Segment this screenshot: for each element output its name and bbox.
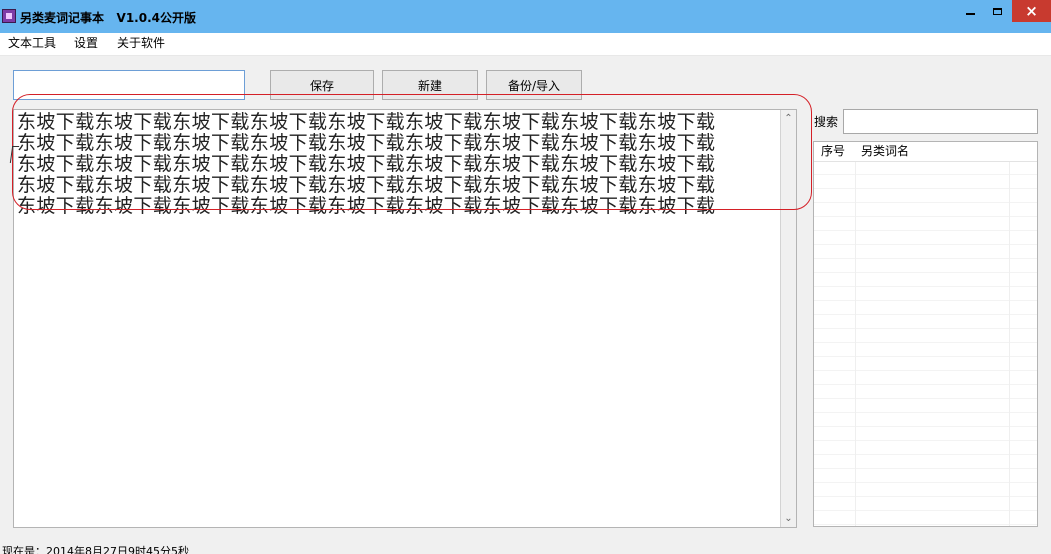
scroll-down-icon[interactable]: ⌄ — [782, 512, 795, 525]
minimize-icon — [965, 13, 975, 15]
search-label: 搜索 — [814, 115, 839, 129]
note-text-content[interactable]: 东坡下载东坡下载东坡下载东坡下载东坡下载东坡下载东坡下载东坡下载东坡下载 东坡下… — [17, 112, 782, 217]
list-row-lines — [814, 161, 1037, 526]
status-time: 现在是：2014年8月27日9时45分5秒 — [2, 545, 189, 554]
editor-scrollbar[interactable]: ⌃ ⌄ — [780, 110, 796, 527]
column-header-name[interactable]: 另类词名 — [861, 145, 909, 158]
column-divider — [855, 142, 856, 526]
minimize-button[interactable] — [963, 0, 977, 20]
close-button[interactable]: × — [1012, 0, 1051, 22]
close-icon: × — [1025, 2, 1038, 20]
search-input[interactable] — [843, 109, 1038, 134]
scroll-up-icon[interactable]: ⌃ — [782, 112, 795, 125]
menu-about-software[interactable]: 关于软件 — [117, 37, 165, 50]
save-button[interactable]: 保存 — [270, 70, 374, 100]
title-bar: 另类麦词记事本 V1.0.4公开版 × — [0, 0, 1051, 33]
new-button[interactable]: 新建 — [382, 70, 478, 100]
list-header: 序号 另类词名 — [814, 142, 1037, 162]
maximize-button[interactable] — [987, 0, 1007, 20]
note-title-input[interactable] — [13, 70, 245, 100]
app-window: 另类麦词记事本 V1.0.4公开版 × 文本工具 设置 关于软件 保存 新建 备… — [0, 0, 1051, 554]
menu-settings[interactable]: 设置 — [74, 37, 98, 50]
column-divider — [1009, 142, 1010, 526]
app-icon — [2, 9, 16, 23]
window-title: 另类麦词记事本 V1.0.4公开版 — [20, 11, 196, 25]
column-header-index[interactable]: 序号 — [821, 145, 845, 158]
menu-text-tools[interactable]: 文本工具 — [8, 37, 56, 50]
status-bar: 现在是：2014年8月27日9时45分5秒 — [0, 541, 1051, 554]
menu-bar: 文本工具 设置 关于软件 — [0, 33, 1051, 56]
backup-import-button[interactable]: 备份/导入 — [486, 70, 582, 100]
word-list-panel[interactable]: 序号 另类词名 — [813, 141, 1038, 527]
maximize-icon — [992, 7, 1002, 15]
note-editor[interactable]: 东坡下载东坡下载东坡下载东坡下载东坡下载东坡下载东坡下载东坡下载东坡下载 东坡下… — [13, 109, 797, 528]
